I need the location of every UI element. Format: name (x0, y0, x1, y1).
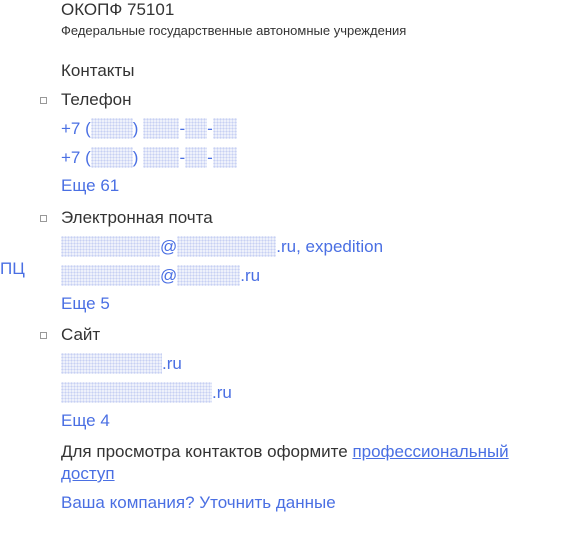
masked-digits (143, 118, 180, 139)
site-label: Сайт (61, 325, 101, 344)
email-at: @ (160, 236, 178, 256)
phone-more-link[interactable]: Еще 61 (61, 176, 119, 196)
site-suffix: .ru (162, 353, 182, 373)
truncated-side-link[interactable]: ПЦ (0, 259, 25, 279)
masked-email-user (61, 236, 160, 257)
phone-prefix: +7 ( (61, 118, 91, 138)
site-link-1[interactable]: .ru (61, 353, 182, 374)
email-suffix: .ru (240, 265, 261, 285)
email-icon (40, 215, 47, 222)
email-at: @ (160, 265, 178, 285)
pro-access-text: Для просмотра контактов оформите (61, 442, 353, 461)
company-claim-link[interactable]: Ваша компания? Уточнить данные (61, 493, 336, 513)
masked-site-name (61, 353, 162, 374)
masked-digits (212, 147, 237, 168)
masked-digits (185, 147, 208, 168)
site-more-link[interactable]: Еще 4 (61, 411, 110, 431)
pro-access-message: Для просмотра контактов оформите професс… (61, 441, 551, 485)
masked-area-code (90, 147, 133, 168)
masked-area-code (90, 118, 133, 139)
phone-number-1[interactable]: +7 ( ) - - (61, 118, 237, 139)
email-address-1[interactable]: @ .ru, expedition (61, 236, 383, 257)
okopf-code: ОКОПФ 75101 (61, 0, 175, 19)
phone-close-paren: ) (132, 147, 139, 167)
site-suffix: .ru (212, 382, 232, 402)
masked-digits (185, 118, 208, 139)
masked-digits (212, 118, 237, 139)
email-label: Электронная почта (61, 208, 213, 227)
email-address-2[interactable]: @ .ru (61, 265, 260, 286)
masked-email-domain (177, 236, 277, 257)
phone-icon (40, 97, 47, 104)
phone-close-paren: ) (132, 118, 139, 138)
phone-number-2[interactable]: +7 ( ) - - (61, 147, 237, 168)
email-suffix: .ru, expedition (276, 236, 384, 256)
phone-label: Телефон (61, 90, 132, 109)
site-link-2[interactable]: .ru (61, 382, 232, 403)
masked-site-name (61, 382, 212, 403)
masked-email-domain (177, 265, 241, 286)
masked-digits (143, 147, 180, 168)
email-more-link[interactable]: Еще 5 (61, 294, 110, 314)
masked-email-user (61, 265, 160, 286)
globe-icon (40, 332, 47, 339)
okopf-description: Федеральные государственные автономные у… (61, 23, 407, 38)
phone-prefix: +7 ( (61, 147, 91, 167)
contacts-title: Контакты (61, 61, 135, 80)
